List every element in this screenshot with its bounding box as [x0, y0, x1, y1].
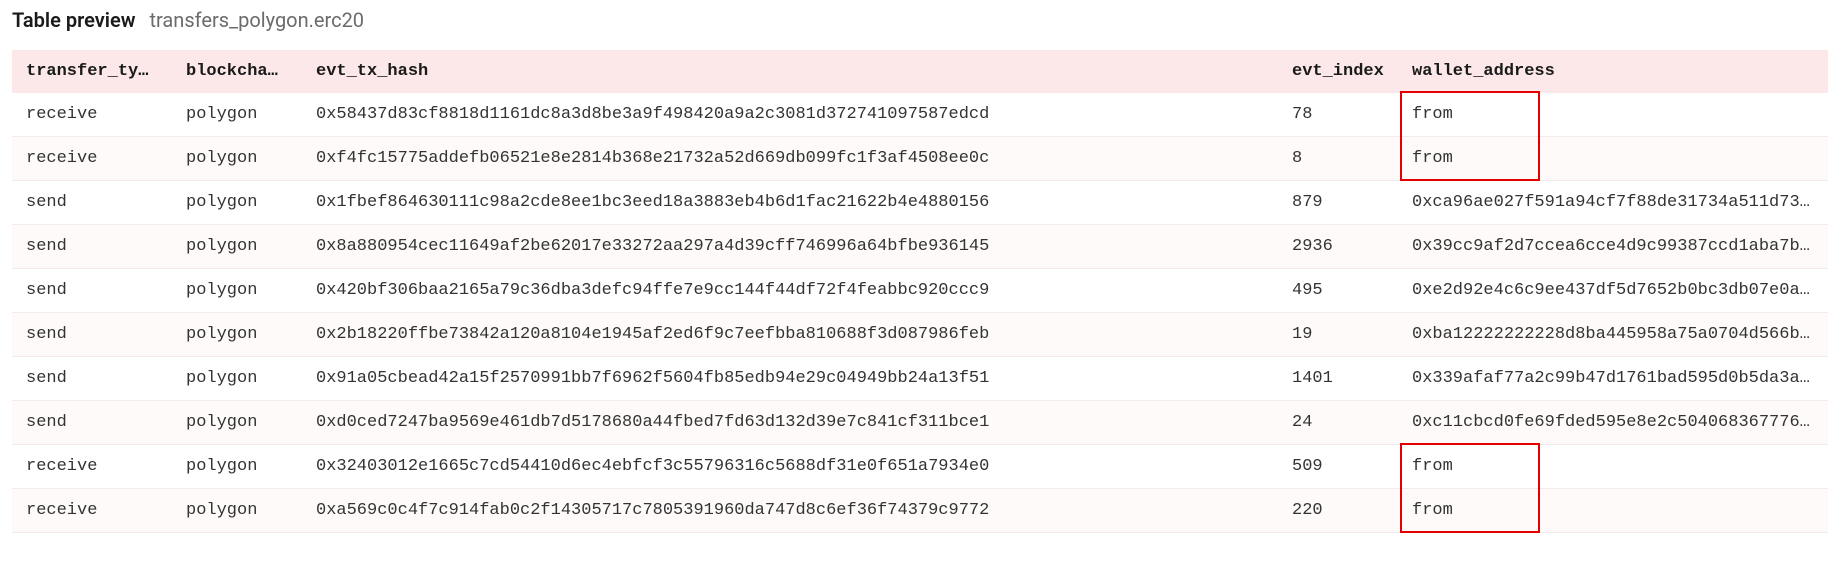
cell-evt-index: 2936 [1278, 225, 1398, 269]
table-row[interactable]: sendpolygon0x91a05cbead42a15f2570991bb7f… [12, 357, 1828, 401]
cell-transfer-type: receive [12, 93, 172, 137]
cell-evt-index: 220 [1278, 489, 1398, 533]
cell-blockchain: polygon [172, 181, 302, 225]
cell-evt-index: 24 [1278, 401, 1398, 445]
cell-blockchain: polygon [172, 225, 302, 269]
cell-evt-index: 509 [1278, 445, 1398, 489]
cell-wallet-address: 0xca96ae027f591a94cf7f88de31734a511d7310… [1398, 181, 1828, 225]
cell-evt-tx-hash: 0x58437d83cf8818d1161dc8a3d8be3a9f498420… [302, 93, 1278, 137]
table-row[interactable]: receivepolygon0x58437d83cf8818d1161dc8a3… [12, 93, 1828, 137]
table-row[interactable]: receivepolygon0x32403012e1665c7cd54410d6… [12, 445, 1828, 489]
table-row[interactable]: sendpolygon0x2b18220ffbe73842a120a8104e1… [12, 313, 1828, 357]
cell-evt-index: 495 [1278, 269, 1398, 313]
cell-wallet-address: from [1398, 137, 1828, 181]
col-header-evt-index[interactable]: evt_index [1278, 50, 1398, 93]
cell-evt-tx-hash: 0xa569c0c4f7c914fab0c2f14305717c78053919… [302, 489, 1278, 533]
cell-evt-index: 78 [1278, 93, 1398, 137]
table-preview-name: transfers_polygon.erc20 [149, 8, 364, 32]
table-row[interactable]: sendpolygon0x420bf306baa2165a79c36dba3de… [12, 269, 1828, 313]
cell-blockchain: polygon [172, 445, 302, 489]
cell-wallet-address: 0xc11cbcd0fe69fded595e8e2c50406836777635… [1398, 401, 1828, 445]
table-row[interactable]: sendpolygon0x1fbef864630111c98a2cde8ee1b… [12, 181, 1828, 225]
cell-evt-index: 8 [1278, 137, 1398, 181]
cell-transfer-type: send [12, 181, 172, 225]
table-row[interactable]: sendpolygon0x8a880954cec11649af2be62017e… [12, 225, 1828, 269]
cell-evt-tx-hash: 0x91a05cbead42a15f2570991bb7f6962f5604fb… [302, 357, 1278, 401]
cell-evt-index: 1401 [1278, 357, 1398, 401]
cell-evt-tx-hash: 0x2b18220ffbe73842a120a8104e1945af2ed6f9… [302, 313, 1278, 357]
cell-transfer-type: send [12, 313, 172, 357]
table-body: receivepolygon0x58437d83cf8818d1161dc8a3… [12, 93, 1828, 533]
cell-wallet-address: from [1398, 489, 1828, 533]
cell-transfer-type: receive [12, 489, 172, 533]
cell-transfer-type: receive [12, 445, 172, 489]
cell-transfer-type: receive [12, 137, 172, 181]
table-preview-header: Table preview transfers_polygon.erc20 [12, 8, 1828, 32]
cell-evt-tx-hash: 0x420bf306baa2165a79c36dba3defc94ffe7e9c… [302, 269, 1278, 313]
cell-evt-tx-hash: 0x8a880954cec11649af2be62017e33272aa297a… [302, 225, 1278, 269]
table-wrap: transfer_type blockchain evt_tx_hash evt… [12, 50, 1828, 533]
cell-transfer-type: send [12, 357, 172, 401]
cell-wallet-address: 0xba12222222228d8ba445958a75a0704d566bf2… [1398, 313, 1828, 357]
preview-table: transfer_type blockchain evt_tx_hash evt… [12, 50, 1828, 533]
cell-blockchain: polygon [172, 401, 302, 445]
col-header-wallet-address[interactable]: wallet_address [1398, 50, 1828, 93]
cell-transfer-type: send [12, 225, 172, 269]
cell-wallet-address: 0xe2d92e4c6c9ee437df5d7652b0bc3db07e0af3… [1398, 269, 1828, 313]
cell-wallet-address: 0x339afaf77a2c99b47d1761bad595d0b5da3ad3… [1398, 357, 1828, 401]
cell-transfer-type: send [12, 401, 172, 445]
cell-blockchain: polygon [172, 269, 302, 313]
cell-evt-tx-hash: 0xd0ced7247ba9569e461db7d5178680a44fbed7… [302, 401, 1278, 445]
cell-wallet-address: 0x39cc9af2d7ccea6cce4d9c99387ccd1aba7b13… [1398, 225, 1828, 269]
table-row[interactable]: receivepolygon0xa569c0c4f7c914fab0c2f143… [12, 489, 1828, 533]
cell-evt-tx-hash: 0xf4fc15775addefb06521e8e2814b368e21732a… [302, 137, 1278, 181]
cell-blockchain: polygon [172, 313, 302, 357]
table-row[interactable]: receivepolygon0xf4fc15775addefb06521e8e2… [12, 137, 1828, 181]
cell-transfer-type: send [12, 269, 172, 313]
cell-wallet-address: from [1398, 93, 1828, 137]
cell-blockchain: polygon [172, 137, 302, 181]
table-preview-title: Table preview [12, 8, 135, 32]
cell-blockchain: polygon [172, 93, 302, 137]
col-header-evt-tx-hash[interactable]: evt_tx_hash [302, 50, 1278, 93]
cell-evt-tx-hash: 0x1fbef864630111c98a2cde8ee1bc3eed18a388… [302, 181, 1278, 225]
cell-evt-tx-hash: 0x32403012e1665c7cd54410d6ec4ebfcf3c5579… [302, 445, 1278, 489]
table-row[interactable]: sendpolygon0xd0ced7247ba9569e461db7d5178… [12, 401, 1828, 445]
cell-wallet-address: from [1398, 445, 1828, 489]
cell-blockchain: polygon [172, 489, 302, 533]
table-header-row: transfer_type blockchain evt_tx_hash evt… [12, 50, 1828, 93]
cell-evt-index: 879 [1278, 181, 1398, 225]
cell-blockchain: polygon [172, 357, 302, 401]
cell-evt-index: 19 [1278, 313, 1398, 357]
col-header-blockchain[interactable]: blockchain [172, 50, 302, 93]
col-header-transfer-type[interactable]: transfer_type [12, 50, 172, 93]
